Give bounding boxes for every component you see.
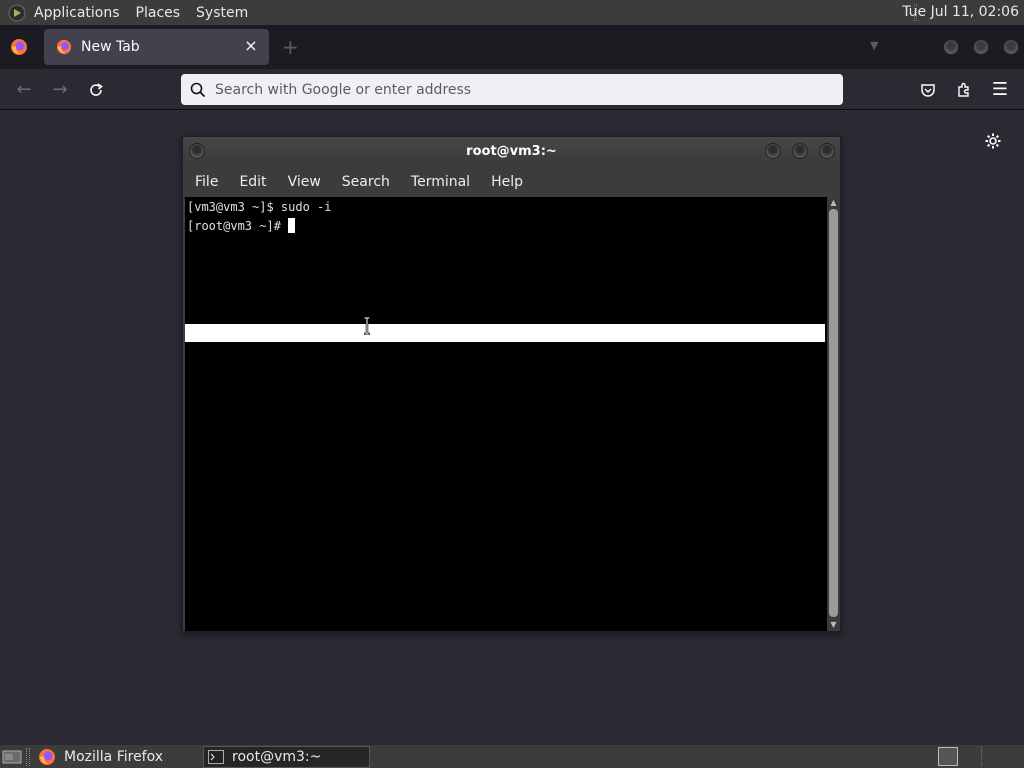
taskbar-item-label: Mozilla Firefox [64,749,164,765]
scroll-down-icon[interactable]: ▼ [829,621,838,629]
terminal-icon [208,750,224,764]
workspace-switcher[interactable] [938,747,958,766]
text-cursor [288,218,296,233]
taskbar-item-firefox[interactable]: Mozilla Firefox [36,746,200,768]
search-icon [190,82,206,97]
terminal-prompt-line: [root@vm3 ~]# [187,218,296,233]
maximize-window-button[interactable] [973,39,989,55]
highlight-bar [185,324,825,342]
distro-logo-icon[interactable] [6,2,28,24]
pocket-icon[interactable] [916,78,940,102]
firefox-icon [39,749,55,765]
menu-view[interactable]: View [286,174,323,190]
app-menu-icon[interactable]: ☰ [988,78,1012,102]
menu-terminal[interactable]: Terminal [409,174,472,190]
panel-handle [26,748,30,766]
address-bar[interactable] [181,74,843,105]
panel-separator [981,747,983,766]
top-panel: Applications Places System Tue Jul 11, 0… [0,0,1024,25]
taskbar-item-terminal[interactable]: root@vm3:~ [203,746,370,768]
show-desktop-icon[interactable] [2,749,22,765]
menu-search[interactable]: Search [340,174,392,190]
terminal-window[interactable]: root@vm3:~ File Edit View Search Termina… [182,136,841,632]
back-arrow-icon[interactable]: ← [12,78,36,102]
forward-arrow-icon[interactable]: → [48,78,72,102]
ibeam-cursor-icon [364,317,370,335]
tab-new-tab[interactable]: New Tab × [44,29,269,65]
terminal-close-button[interactable] [819,143,835,159]
scroll-up-icon[interactable]: ▲ [829,199,838,207]
list-all-tabs-icon[interactable]: ▼ [870,39,878,52]
terminal-menubar: File Edit View Search Terminal Help [183,167,840,196]
tab-title: New Tab [81,39,140,55]
terminal-screen[interactable]: [vm3@vm3 ~]$ sudo -i [root@vm3 ~]# [185,197,827,631]
clock[interactable]: Tue Jul 11, 02:06 [902,4,1019,20]
system-menu[interactable]: System [196,5,248,21]
close-window-button[interactable] [1003,39,1019,55]
menu-file[interactable]: File [193,174,220,190]
bottom-panel: Mozilla Firefox root@vm3:~ [0,744,1024,768]
extensions-icon[interactable] [952,78,976,102]
terminal-scrollbar[interactable]: ▲ ▼ [827,197,840,631]
gear-icon[interactable] [984,132,1002,150]
minimize-window-button[interactable] [943,39,959,55]
menu-edit[interactable]: Edit [237,174,268,190]
scrollbar-thumb[interactable] [829,209,838,617]
navigation-toolbar: ← → ☰ [0,69,1024,110]
prompt-text: [root@vm3 ~]# [187,219,289,233]
terminal-title: root@vm3:~ [466,144,557,159]
applications-menu[interactable]: Applications [34,5,120,21]
taskbar-item-label: root@vm3:~ [232,749,322,765]
firefox-icon [56,39,72,55]
firefox-view-icon[interactable] [10,38,28,56]
reload-icon[interactable] [84,78,108,102]
terminal-minimize-button[interactable] [765,143,781,159]
terminal-line: [vm3@vm3 ~]$ sudo -i [187,200,332,214]
close-tab-icon[interactable]: × [243,38,259,54]
url-input[interactable] [215,81,815,98]
menu-help[interactable]: Help [489,174,525,190]
terminal-maximize-button[interactable] [792,143,808,159]
new-tab-button[interactable]: + [282,37,299,57]
places-menu[interactable]: Places [136,5,181,21]
terminal-titlebar[interactable]: root@vm3:~ [183,137,840,167]
browser-tab-strip: New Tab × + ▼ [0,25,1024,69]
